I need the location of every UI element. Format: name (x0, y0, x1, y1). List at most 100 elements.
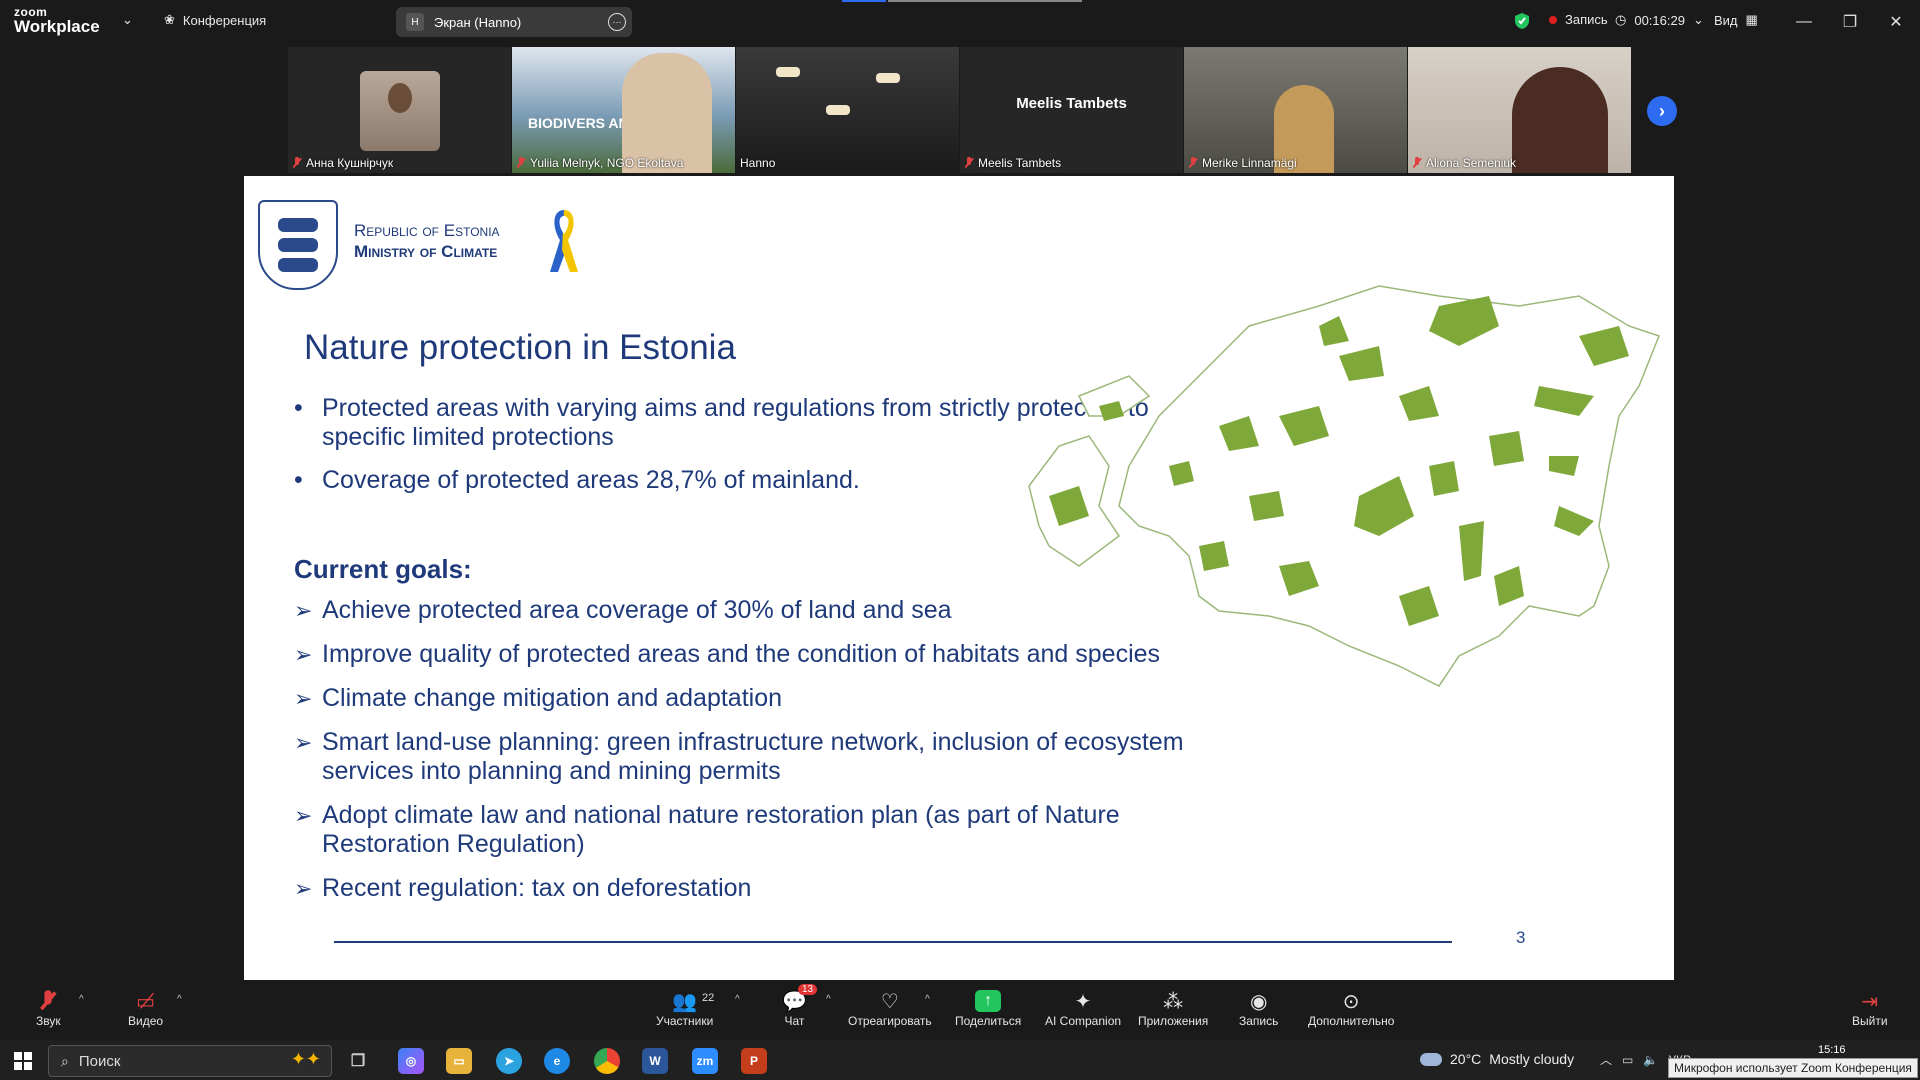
goals-heading: Current goals: (294, 554, 472, 584)
search-icon: ⌕ (61, 1052, 69, 1069)
participant-name: Hanno (740, 156, 776, 170)
participant-tile[interactable]: Aliona Semeniuk (1408, 47, 1631, 173)
weather-text: Mostly cloudy (1489, 1051, 1575, 1067)
meeting-label: Конференция (182, 12, 267, 28)
react-label: Отреагировать (848, 1014, 932, 1028)
clock-icon: ◷ (1615, 12, 1627, 27)
powerpoint-icon[interactable]: P (741, 1048, 767, 1074)
restore-button[interactable]: ❐ (1830, 8, 1870, 36)
apps-icon: ⁂ (1163, 990, 1184, 1013)
chat-button[interactable]: 💬 13 Чат (782, 984, 818, 1028)
participant-name: Yuliia Melnyk, NGO Ekoltava (530, 156, 684, 170)
sharer-badge: H (406, 13, 424, 31)
zoom-icon[interactable]: zm (692, 1048, 718, 1074)
mic-muted-icon (1412, 157, 1422, 169)
more-options-icon[interactable]: ··· (608, 13, 626, 31)
windows-start-icon[interactable] (14, 1052, 32, 1070)
participants-icon: 👥 (672, 990, 698, 1013)
participant-name: Meelis Tambets (978, 156, 1062, 170)
ai-companion-button[interactable]: ✦ AI Companion (1045, 988, 1122, 1029)
chat-caret-icon[interactable]: ^ (826, 994, 831, 1005)
meeting-timer[interactable]: ◷ 00:16:29 ⌄ (1615, 12, 1704, 28)
record-icon: ◉ (1249, 990, 1268, 1013)
recording-indicator[interactable]: Запись (1549, 12, 1608, 27)
word-icon[interactable]: W (642, 1048, 668, 1074)
recording-label: Запись (1565, 12, 1608, 27)
chevron-up-icon: ︿ (1600, 1053, 1613, 1067)
view-button[interactable]: Вид ▦ (1714, 12, 1758, 28)
tab-indicator-secondary (888, 0, 1082, 2)
more-icon: ⊙ (1342, 990, 1360, 1013)
participant-tile[interactable]: Анна Кушнірчук (288, 47, 511, 173)
participants-caret-icon[interactable]: ^ (735, 994, 740, 1005)
video-feed (736, 47, 959, 173)
close-button[interactable]: ✕ (1876, 8, 1916, 36)
mic-muted-icon (43, 988, 53, 1014)
audio-options-caret-icon[interactable]: ^ (79, 994, 84, 1005)
search-placeholder: Поиск (78, 1052, 121, 1070)
footer-rule (334, 941, 1452, 943)
tab-indicator (842, 0, 886, 2)
record-button[interactable]: ◉ Запись (1239, 988, 1279, 1029)
record-label: Запись (1239, 1014, 1279, 1028)
goal-item: Adopt climate law and national nature re… (294, 801, 1194, 859)
file-explorer-icon[interactable]: ▭ (446, 1048, 472, 1074)
more-label: Дополнительно (1308, 1014, 1395, 1028)
title-bar: zoom Workplace ⌄ ❀ Конференция H Экран (… (0, 0, 1920, 44)
leave-button[interactable]: ⇥ Выйти (1852, 988, 1888, 1029)
meeting-info-button[interactable]: ❀ Конференция (164, 12, 266, 28)
participant-tile[interactable]: BIODIVERS AND EU Yuliia Melnyk, NGO Ekol… (512, 47, 735, 173)
edge-icon[interactable]: e (544, 1048, 570, 1074)
video-button[interactable]: ▭̸ Видео (128, 988, 163, 1029)
participant-tile[interactable]: Merike Linnamägi (1184, 47, 1407, 173)
react-caret-icon[interactable]: ^ (925, 994, 930, 1005)
shield-icon[interactable] (1514, 12, 1530, 30)
taskbar-search[interactable]: ⌕ Поиск ✦✦ (48, 1045, 332, 1077)
chat-icon: 💬 13 (782, 984, 818, 1014)
chat-label: Чат (784, 1014, 805, 1028)
share-label: Поделиться (955, 1014, 1022, 1028)
participant-tile-active-speaker[interactable]: Hanno (736, 47, 959, 173)
leave-label: Выйти (1852, 1014, 1888, 1028)
chrome-icon[interactable] (594, 1048, 620, 1074)
react-button[interactable]: ♡ Отреагировать (848, 988, 932, 1029)
participant-name: Aliona Semeniuk (1426, 156, 1517, 170)
mic-muted-icon (516, 157, 526, 169)
share-label: Экран (Hanno) (434, 14, 522, 30)
more-button[interactable]: ⊙ Дополнительно (1308, 988, 1395, 1029)
video-options-caret-icon[interactable]: ^ (177, 994, 182, 1005)
heart-icon: ♡ (880, 990, 899, 1013)
goal-item: Recent regulation: tax on deforestation (294, 874, 1194, 903)
video-feed (1408, 47, 1631, 173)
page-number: 3 (1516, 928, 1526, 947)
participant-tile[interactable]: Meelis Tambets Meelis Tambets (960, 47, 1183, 173)
taskbar-clock[interactable]: 15:16 (1818, 1044, 1846, 1056)
estonia-coat-of-arms-icon (258, 200, 338, 290)
windows-taskbar: ⌕ Поиск ✦✦ ❐ ◎ ▭ ➤ e W zm P 20°C Mostly … (0, 1040, 1920, 1080)
share-button[interactable]: ↑ Поделиться (955, 988, 1021, 1028)
video-feed: BIODIVERS AND EU (512, 47, 735, 173)
participants-count: 22 (702, 992, 715, 1004)
zoom-logo: zoom Workplace (14, 6, 100, 35)
chevron-down-icon[interactable]: ⌄ (122, 12, 133, 28)
weather-widget[interactable]: 20°C Mostly cloudy (1420, 1051, 1574, 1067)
mic-usage-tooltip: Микрофон использует Zoom Конференция (1668, 1058, 1918, 1078)
chat-unread-badge: 13 (798, 984, 818, 995)
minimize-button[interactable]: — (1784, 8, 1824, 36)
mic-muted-icon (292, 157, 302, 169)
recording-dot-icon (1549, 15, 1557, 24)
next-page-arrow-icon[interactable]: › (1647, 96, 1677, 126)
ai-companion-label: AI Companion (1045, 1014, 1122, 1028)
screen-share-pill[interactable]: H Экран (Hanno) ··· (396, 7, 632, 37)
telegram-icon[interactable]: ➤ (496, 1048, 522, 1074)
audio-button[interactable]: Звук (36, 988, 61, 1028)
avatar (360, 71, 440, 151)
participant-strip: Анна Кушнірчук BIODIVERS AND EU Yuliia M… (288, 47, 1632, 173)
copilot-icon[interactable]: ◎ (398, 1048, 424, 1074)
chevron-down-icon: ⌄ (1692, 12, 1704, 27)
meeting-toolbar: Звук ^ ▭̸ Видео ^ 👥 Участники 22 ^ 💬 13 Ч… (0, 980, 1920, 1040)
apps-button[interactable]: ⁂ Приложения (1138, 988, 1208, 1029)
mic-muted-icon (1188, 157, 1198, 169)
video-off-icon: ▭̸ (136, 990, 155, 1013)
task-view-icon[interactable]: ❐ (345, 1048, 371, 1074)
